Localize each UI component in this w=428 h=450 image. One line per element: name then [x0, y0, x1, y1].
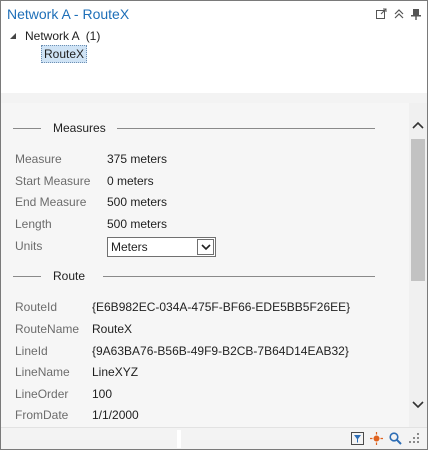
title-bar: Network A - RouteX [1, 1, 427, 27]
routename-row: RouteName [15, 321, 79, 337]
collapse-icon[interactable] [393, 7, 404, 20]
tree-node-count: (1) [85, 29, 101, 43]
field-label: LineName [15, 365, 70, 379]
tree-node-routex[interactable]: RouteX [41, 45, 88, 63]
field-value: 100 [92, 387, 113, 401]
field-label: Units [15, 239, 43, 253]
pin-icon[interactable] [410, 7, 421, 20]
attribute-panel: Measures Measure 375 meters Start Measur… [1, 103, 427, 427]
attribute-content: Measures Measure 375 meters Start Measur… [1, 103, 409, 427]
scroll-down-icon[interactable] [411, 399, 425, 411]
section-title: Measures [53, 121, 106, 135]
divider [13, 276, 41, 277]
field-value: 0 meters [107, 174, 154, 188]
start-measure-row: Start Measure [15, 173, 90, 189]
divider [117, 128, 375, 129]
filter-icon[interactable] [351, 432, 364, 445]
popout-icon[interactable] [376, 7, 387, 20]
field-value: {9A63BA76-B56B-49F9-B2CB-7B64D14EAB32} [92, 344, 349, 358]
field-label: Length [15, 217, 52, 231]
fromdate-row: FromDate [15, 407, 68, 423]
linename-row: LineName [15, 364, 70, 380]
status-bar [1, 427, 427, 449]
scroll-up-icon[interactable] [411, 119, 425, 131]
measures-section-header: Measures [13, 121, 375, 135]
divider [13, 128, 41, 129]
lineid-row: LineId [15, 343, 48, 359]
field-label: RouteId [15, 300, 58, 314]
vertical-scrollbar[interactable] [409, 103, 427, 427]
units-row: Units [15, 238, 42, 254]
field-value: 375 meters [107, 152, 168, 166]
field-label: End Measure [15, 195, 87, 209]
divider [103, 276, 375, 277]
field-value: LineXYZ [92, 365, 139, 379]
title-icons [376, 7, 421, 20]
field-label: FromDate [15, 408, 69, 422]
length-row: Length [15, 216, 52, 232]
route-section-header: Route [13, 269, 375, 283]
scrollbar-thumb[interactable] [411, 139, 425, 281]
tree-node-label: Network A [25, 29, 80, 43]
flash-icon[interactable] [370, 432, 383, 445]
pane-title: Network A - RouteX [7, 6, 130, 22]
chevron-down-icon[interactable] [197, 239, 214, 255]
lineorder-row: LineOrder [15, 386, 68, 402]
field-label: Measure [15, 152, 62, 166]
field-value: {E6B982EC-034A-475F-BF66-EDE5BB5F26EE} [92, 300, 351, 314]
field-value: 500 meters [107, 217, 168, 231]
field-value: 1/1/2000 [92, 408, 139, 422]
measure-row: Measure [15, 151, 62, 167]
zoom-icon[interactable] [389, 432, 402, 445]
units-selected-value: Meters [111, 240, 148, 254]
pane-splitter[interactable] [1, 93, 427, 103]
section-title: Route [53, 269, 86, 283]
field-label: Start Measure [15, 174, 91, 188]
field-label: RouteName [15, 322, 80, 336]
feature-tree: Network A (1) RouteX [1, 27, 427, 93]
attributes-pane: Network A - RouteX Network A (1) RouteX [0, 0, 428, 450]
field-value: 500 meters [107, 195, 168, 209]
tree-node-network[interactable]: Network A (1) [9, 29, 100, 43]
field-label: LineId [15, 344, 48, 358]
routeid-row: RouteId [15, 299, 57, 315]
field-value: RouteX [92, 322, 133, 336]
status-bar-icons [351, 432, 421, 445]
end-measure-row: End Measure [15, 194, 86, 210]
resize-grip-icon[interactable] [408, 432, 421, 445]
expand-arrow-icon[interactable] [9, 31, 19, 41]
status-bar-divider [177, 430, 181, 448]
field-label: LineOrder [15, 387, 69, 401]
units-dropdown[interactable]: Meters [107, 237, 216, 257]
